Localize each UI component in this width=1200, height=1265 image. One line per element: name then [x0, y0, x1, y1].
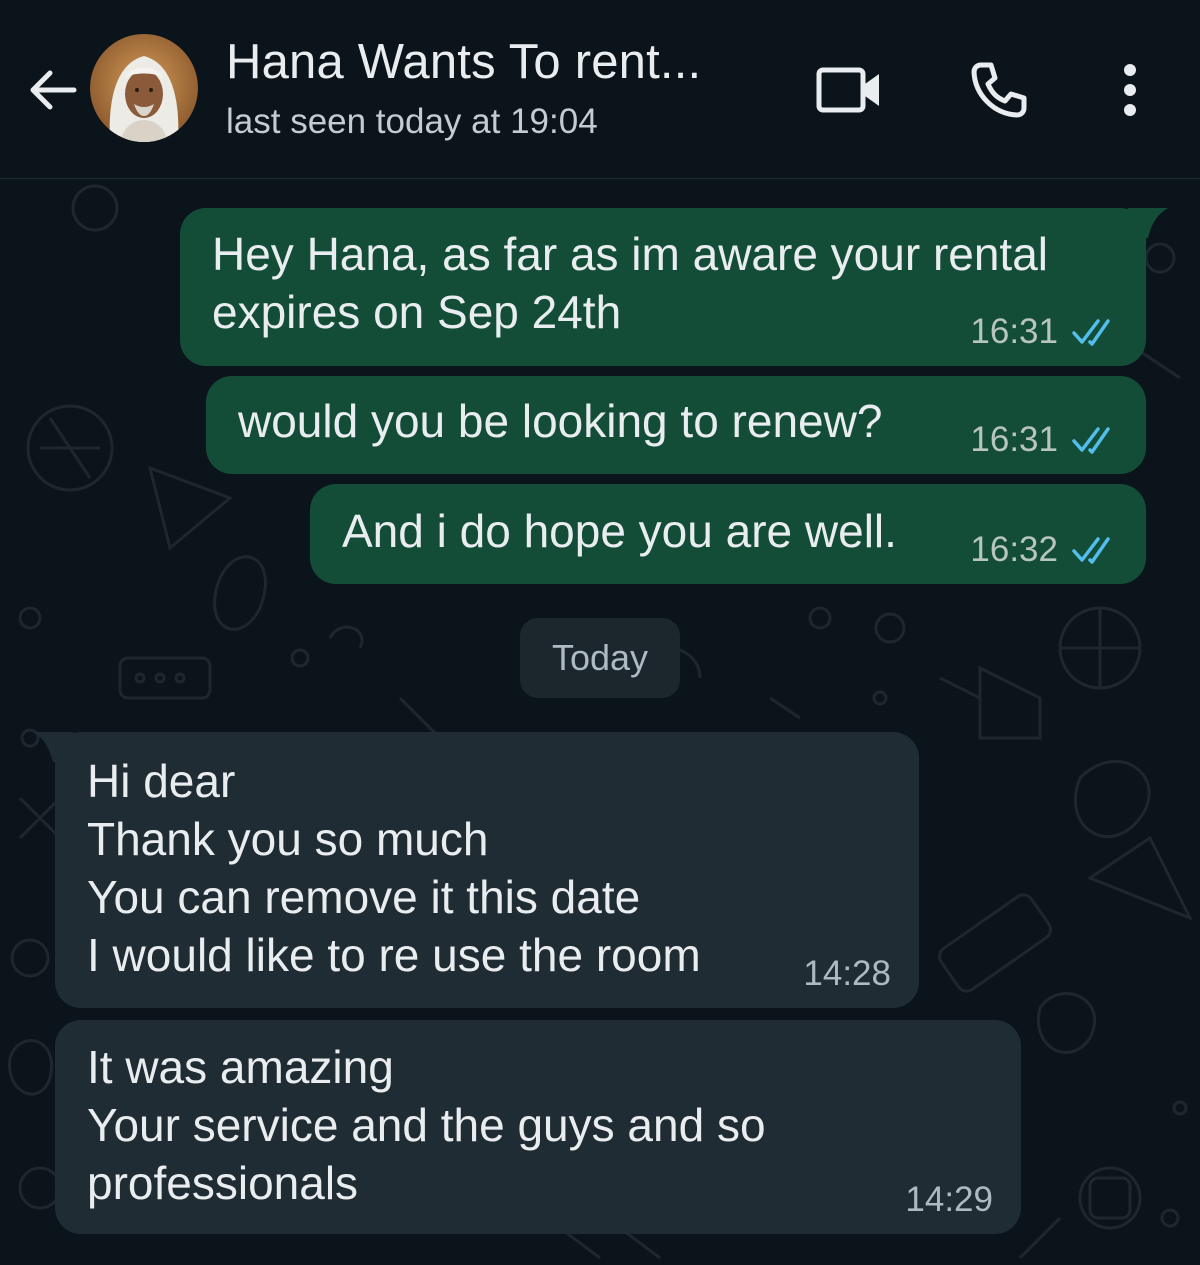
message-meta: 16:31 — [970, 312, 1120, 352]
message-meta: 14:29 — [905, 1180, 993, 1220]
double-check-read-icon — [1072, 537, 1110, 564]
message-text: Hi dear Thank you so much You can remove… — [87, 755, 701, 981]
phone-icon — [971, 62, 1027, 118]
avatar-image — [90, 34, 198, 142]
message-bubble-incoming[interactable]: It was amazing Your service and the guys… — [55, 1020, 1021, 1234]
message-meta: 16:31 — [970, 420, 1120, 460]
more-vertical-icon — [1124, 64, 1136, 116]
back-button[interactable] — [20, 58, 84, 122]
bubble-tail — [1128, 208, 1168, 238]
last-seen-status: last seen today at 19:04 — [226, 102, 598, 141]
double-check-read-icon — [1072, 427, 1110, 454]
chat-area[interactable]: Hey Hana, as far as im aware your rental… — [0, 178, 1200, 1265]
message-meta: 16:32 — [970, 530, 1120, 570]
message-time: 14:28 — [803, 954, 891, 993]
voice-call-button[interactable] — [958, 52, 1038, 128]
double-check-read-icon — [1072, 319, 1110, 346]
message-bubble-outgoing[interactable]: And i do hope you are well. 16:32 — [310, 484, 1146, 584]
message-bubble-outgoing[interactable]: would you be looking to renew? 16:31 — [206, 376, 1146, 474]
message-text: would you be looking to renew? — [238, 395, 883, 447]
video-camera-icon — [816, 67, 879, 113]
message-time: 16:31 — [970, 420, 1058, 459]
bubble-tail — [33, 732, 73, 762]
contact-name[interactable]: Hana Wants To rent... — [226, 34, 701, 90]
message-bubble-outgoing[interactable]: Hey Hana, as far as im aware your rental… — [180, 208, 1168, 366]
message-time: 14:29 — [905, 1180, 993, 1219]
contact-avatar[interactable] — [90, 34, 198, 142]
message-time: 16:32 — [970, 530, 1058, 569]
more-options-button[interactable] — [1100, 52, 1160, 128]
arrow-left-icon — [30, 70, 77, 110]
message-time: 16:31 — [970, 312, 1058, 351]
video-call-button[interactable] — [808, 54, 892, 126]
message-text: Hey Hana, as far as im aware your rental… — [212, 228, 1049, 338]
message-meta: 14:28 — [803, 954, 891, 994]
date-separator: Today — [520, 618, 680, 698]
message-bubble-incoming[interactable]: Hi dear Thank you so much You can remove… — [33, 732, 919, 1008]
message-text: It was amazing Your service and the guys… — [87, 1041, 766, 1209]
chat-header: Hana Wants To rent... last seen today at… — [0, 0, 1200, 179]
message-text: And i do hope you are well. — [342, 505, 897, 557]
